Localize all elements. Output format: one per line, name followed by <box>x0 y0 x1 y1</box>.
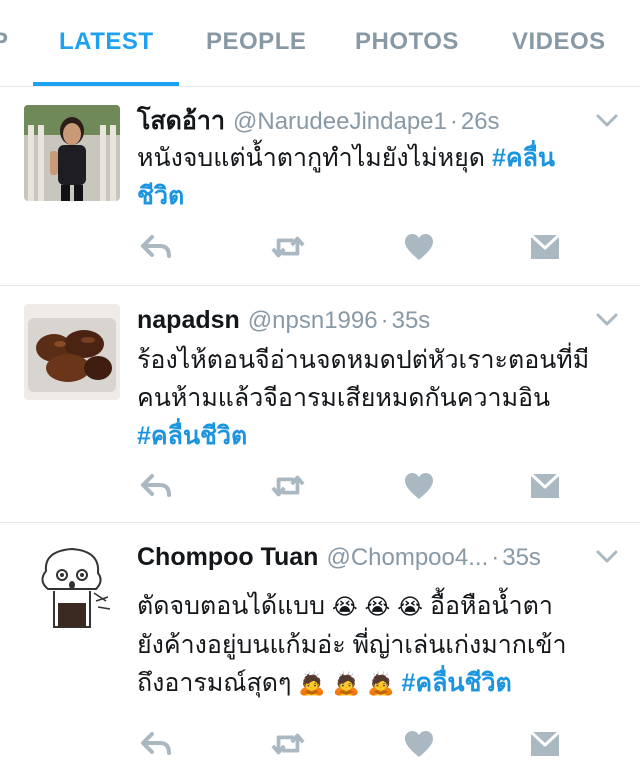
tweet-header: napadsn @npsn1996 · 35s <box>137 304 430 336</box>
hashtag-link[interactable]: #คลื่นชีวิต <box>137 417 607 455</box>
direct-message-button[interactable] <box>528 729 562 759</box>
tweet-text: หนังจบแต่น้ำตากูทำไมยังไม่หยุด #คลื่นชีว… <box>137 139 607 215</box>
user-handle[interactable]: @Chompoo4... <box>326 544 488 571</box>
user-handle[interactable]: @npsn1996 <box>248 307 378 334</box>
bowing-emoji: 🙇 <box>332 671 361 696</box>
tab-photos[interactable]: PHOTOS <box>355 28 459 58</box>
reply-button[interactable] <box>139 471 173 501</box>
tweet-text-segment: ตัดจบตอนได้แบบ <box>137 592 325 620</box>
tweet[interactable]: Chompoo Tuan @Chompoo4... · 35s ตัดจบตอนได้… <box>0 523 640 777</box>
like-button[interactable] <box>402 729 436 759</box>
direct-message-button[interactable] <box>528 471 562 501</box>
separator: · <box>380 307 389 334</box>
tweet-actions <box>137 232 567 262</box>
bowing-emoji: 🙇 <box>298 671 326 696</box>
reply-button[interactable] <box>139 232 173 262</box>
avatar[interactable] <box>24 541 120 637</box>
fried-chicken-photo <box>24 304 120 400</box>
tweet-text-segment: ถึงอารมณ์สุดๆ <box>137 669 292 697</box>
tweet-text-line: ร้องไห้ตอนจีอ่านจดหมดปต่หัวเราะตอนที่มี <box>137 346 590 374</box>
tweet-text-line: ถึงอารมณ์สุดๆ 🙇 🙇 🙇 #คลื่นชีวิต <box>137 664 607 703</box>
retweet-button[interactable] <box>271 471 305 501</box>
reply-button[interactable] <box>139 729 173 759</box>
like-icon <box>405 473 433 499</box>
tweet-text: ร้องไห้ตอนจีอ่านจดหมดปต่หัวเราะตอนที่มี … <box>137 341 607 455</box>
crying-emoji: 😭 <box>331 594 358 619</box>
like-icon <box>405 234 433 260</box>
tweet-text-segment: อื้อหือน้ำตา <box>429 592 553 620</box>
search-tabs: P LATEST PEOPLE PHOTOS VIDEOS <box>0 0 640 87</box>
reply-icon <box>141 474 171 497</box>
dm-icon <box>530 731 560 756</box>
tweet[interactable]: napadsn @npsn1996 · 35s ร้องไห้ตอนจีอ่านจดห… <box>0 286 640 523</box>
tweet-text-line: ตัดจบตอนได้แบบ 😭 😭 😭 อื้อหือน้ำตา <box>137 587 607 626</box>
chevron-down-icon[interactable] <box>596 113 618 129</box>
timestamp[interactable]: 26s <box>461 108 500 135</box>
woman-photo <box>24 105 120 201</box>
tweet-actions <box>137 471 567 501</box>
tab-latest[interactable]: LATEST <box>59 28 154 58</box>
separator: · <box>491 544 500 571</box>
chevron-down-icon[interactable] <box>596 312 618 328</box>
tweet-header: โสดอ้าา @NarudeeJindape1 · 26s <box>137 105 500 137</box>
separator: · <box>449 108 458 135</box>
like-button[interactable] <box>402 471 436 501</box>
tweet-text-line: หนังจบแต่น้ำตากูทำไมยังไม่หยุด <box>137 144 486 172</box>
bowing-emoji: 🙇 <box>367 671 395 696</box>
tab-videos[interactable]: VIDEOS <box>512 28 606 58</box>
tweet-text-line: คนห้ามแล้วจีอารมเสียหมดกันความอิน <box>137 384 551 412</box>
hashtag-link[interactable]: #คลื่นชีวิต <box>401 669 511 697</box>
tweet-text: ตัดจบตอนได้แบบ 😭 😭 😭 อื้อหือน้ำตา ยังค้า… <box>137 587 607 703</box>
timestamp[interactable]: 35s <box>392 307 431 334</box>
tweet-header: Chompoo Tuan @Chompoo4... · 35s <box>137 541 541 573</box>
tab-people[interactable]: PEOPLE <box>206 28 306 58</box>
direct-message-button[interactable] <box>528 232 562 262</box>
like-icon <box>405 731 433 757</box>
tweet-text-line: ยังค้างอยู่บนแก้มอ่ะ พี่ญ่าเล่นเก่งมากเข… <box>137 631 567 659</box>
tweet[interactable]: โสดอ้าา @NarudeeJindape1 · 26s หนังจบแต่น้ำ… <box>0 87 640 286</box>
dm-icon <box>530 234 560 259</box>
timestamp[interactable]: 35s <box>502 544 541 571</box>
display-name[interactable]: Chompoo Tuan <box>137 543 318 571</box>
crying-emoji: 😭 <box>397 594 424 619</box>
display-name[interactable]: โสดอ้าา <box>137 107 225 135</box>
tab-top[interactable]: P <box>0 28 9 58</box>
avatar[interactable] <box>24 304 120 400</box>
cartoon-girl-drawing <box>24 541 120 637</box>
avatar[interactable] <box>24 105 120 201</box>
retweet-icon <box>271 733 305 755</box>
reply-icon <box>141 732 171 755</box>
user-handle[interactable]: @NarudeeJindape1 <box>233 108 447 135</box>
display-name[interactable]: napadsn <box>137 306 240 334</box>
reply-icon <box>141 235 171 258</box>
chevron-down-icon[interactable] <box>596 549 618 565</box>
retweet-button[interactable] <box>271 729 305 759</box>
crying-emoji: 😭 <box>364 594 391 619</box>
like-button[interactable] <box>402 232 436 262</box>
hashtag-part: ชีวิต <box>137 182 185 210</box>
retweet-button[interactable] <box>271 232 305 262</box>
hashtag-part: #คลื่น <box>491 144 556 172</box>
tweet-actions <box>137 729 567 759</box>
retweet-icon <box>271 236 305 258</box>
retweet-icon <box>271 475 305 497</box>
dm-icon <box>530 473 560 498</box>
active-tab-indicator <box>33 82 179 86</box>
